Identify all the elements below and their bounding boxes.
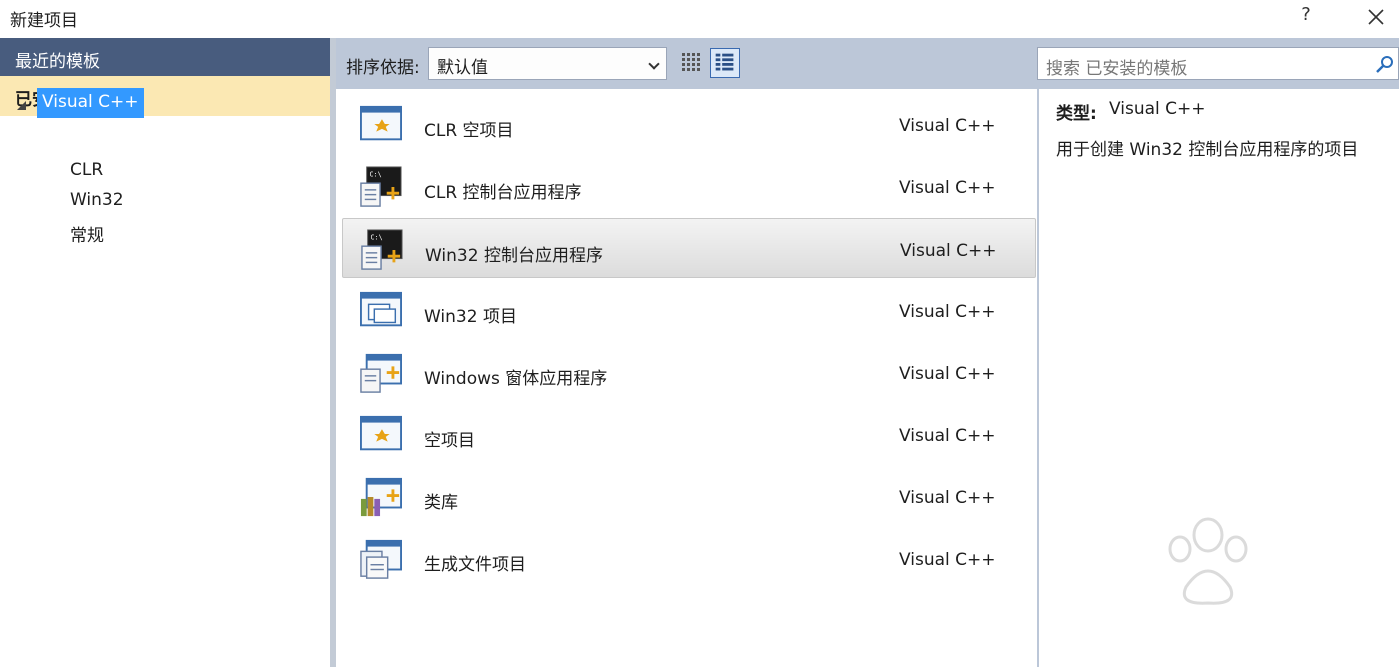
- empty-project-icon: [360, 415, 402, 451]
- template-name: 生成文件项目: [424, 555, 526, 575]
- template-name: CLR 控制台应用程序: [424, 183, 582, 203]
- chevron-down-icon: [648, 58, 660, 70]
- window-title: 新建项目: [10, 11, 78, 31]
- template-language: Visual C++: [899, 488, 996, 508]
- template-row[interactable]: 空项目 Visual C++: [342, 404, 1036, 464]
- close-icon[interactable]: [1362, 3, 1390, 31]
- tree-item-general[interactable]: 常规: [70, 221, 104, 246]
- makefile-project-icon: [360, 539, 402, 579]
- class-library-icon: [360, 477, 402, 517]
- template-row[interactable]: C:\ CLR 控制台应用程序 Visual C++: [342, 156, 1036, 216]
- sort-dropdown[interactable]: 默认值: [428, 47, 667, 80]
- template-row[interactable]: C:\ Win32 控制台应用程序 Visual C++: [342, 218, 1036, 278]
- template-category-pane: 最近的模板 已安装的模板: [0, 38, 330, 667]
- template-search-box[interactable]: 搜索 已安装的模板: [1037, 47, 1399, 80]
- type-label: 类型:: [1056, 104, 1097, 124]
- console-app-icon: C:\: [361, 229, 403, 270]
- svg-text:C:\: C:\: [370, 171, 382, 179]
- tree-expand-icon[interactable]: [17, 101, 26, 110]
- template-name: Win32 项目: [424, 307, 517, 327]
- template-language: Visual C++: [899, 364, 996, 384]
- template-language: Visual C++: [899, 178, 996, 198]
- template-row[interactable]: Windows 窗体应用程序 Visual C++: [342, 342, 1036, 402]
- recent-templates-nav[interactable]: 最近的模板: [0, 38, 330, 76]
- clr-empty-project-icon: [360, 105, 402, 141]
- sort-value: 默认值: [437, 58, 488, 78]
- windows-forms-icon: [360, 353, 402, 393]
- template-language: Visual C++: [900, 241, 997, 261]
- template-name: Windows 窗体应用程序: [424, 369, 608, 389]
- template-name: CLR 空项目: [424, 121, 514, 141]
- template-row[interactable]: 类库 Visual C++: [342, 466, 1036, 526]
- template-language: Visual C++: [899, 550, 996, 570]
- win32-project-icon: [360, 291, 402, 327]
- svg-text:C:\: C:\: [371, 234, 383, 242]
- title-bar: 新建项目 ?: [0, 0, 1399, 38]
- watermark-logo: [1168, 517, 1248, 605]
- template-row[interactable]: Win32 项目 Visual C++: [342, 280, 1036, 340]
- sort-label: 排序依据:: [346, 58, 420, 78]
- template-name: 空项目: [424, 431, 475, 451]
- template-name: 类库: [424, 493, 458, 513]
- tree-item-visual-cpp[interactable]: Visual C++: [37, 88, 144, 118]
- template-description: 用于创建 Win32 控制台应用程序的项目: [1056, 140, 1359, 160]
- type-value: Visual C++: [1109, 99, 1206, 119]
- tree-item-clr[interactable]: CLR: [70, 160, 103, 180]
- search-icon[interactable]: [1374, 54, 1396, 76]
- template-row[interactable]: CLR 空项目 Visual C++: [342, 94, 1036, 154]
- template-language: Visual C++: [899, 426, 996, 446]
- search-placeholder: 搜索 已安装的模板: [1046, 59, 1188, 79]
- template-language: Visual C++: [899, 302, 996, 322]
- tree-item-win32[interactable]: Win32: [70, 190, 124, 210]
- small-icons-view-icon[interactable]: [677, 48, 707, 78]
- template-language: Visual C++: [899, 116, 996, 136]
- template-name: Win32 控制台应用程序: [425, 246, 603, 266]
- help-button[interactable]: ?: [1294, 4, 1318, 30]
- template-row[interactable]: 生成文件项目 Visual C++: [342, 528, 1036, 588]
- medium-icons-view-icon[interactable]: [710, 48, 740, 78]
- console-app-icon: C:\: [360, 166, 402, 207]
